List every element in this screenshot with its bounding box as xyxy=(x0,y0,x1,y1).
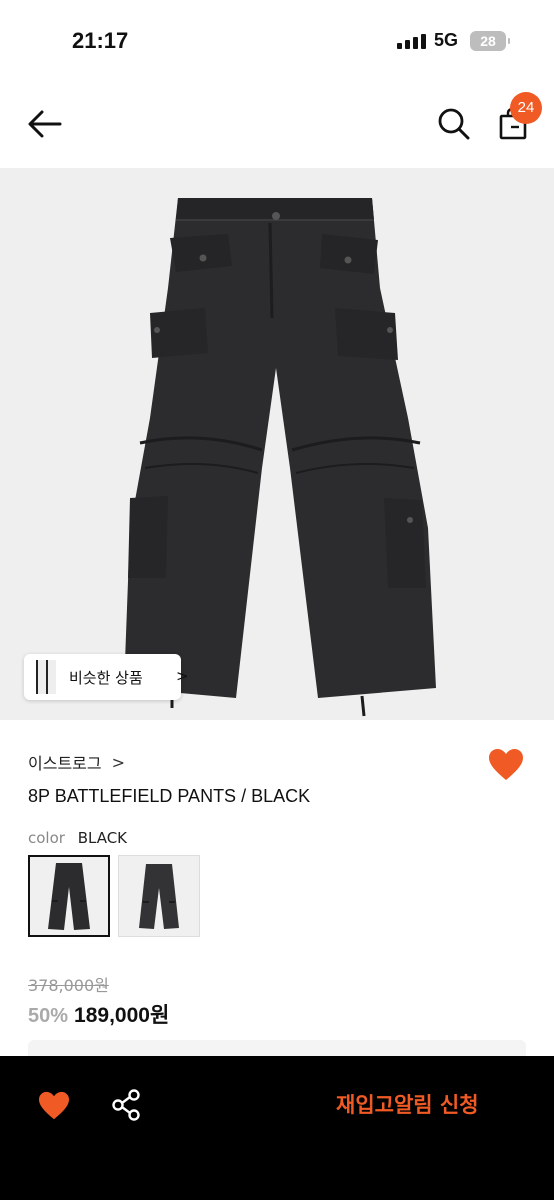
like-button-bottom[interactable] xyxy=(38,1091,70,1121)
swatch-pants-image xyxy=(139,864,179,929)
similar-thumbnail xyxy=(46,660,56,694)
signal-icon xyxy=(397,33,427,49)
discount-rate: 50% xyxy=(28,1005,69,1027)
search-button[interactable] xyxy=(436,106,472,142)
original-price: 378,000원 xyxy=(28,976,109,995)
status-bar: 21:17 5G 28 xyxy=(0,0,554,80)
share-icon xyxy=(112,1089,140,1121)
heart-icon xyxy=(489,749,523,780)
similar-products-label: 비슷한 상품 xyxy=(69,669,143,687)
search-icon xyxy=(438,108,470,140)
swatch-pants-image xyxy=(48,863,90,930)
chevron-right-icon: > xyxy=(111,752,126,772)
chevron-right-icon: > xyxy=(176,667,189,685)
like-button[interactable] xyxy=(488,748,524,782)
share-button[interactable] xyxy=(110,1088,142,1122)
sale-price: 189,000원 xyxy=(74,1004,170,1027)
battery-icon: 28 xyxy=(470,31,510,51)
similar-thumbnail xyxy=(36,660,46,694)
product-title: 8P BATTLEFIELD PANTS / BLACK xyxy=(28,786,311,806)
color-value: BLACK xyxy=(77,829,128,847)
color-swatch[interactable] xyxy=(118,855,200,937)
brand-link[interactable]: 이스트로그 > xyxy=(28,750,125,774)
color-label: color xyxy=(28,829,65,847)
network-type: 5G xyxy=(434,30,459,50)
status-time: 21:17 xyxy=(72,28,129,53)
similar-products-button[interactable]: 비슷한 상품 > xyxy=(24,654,189,700)
product-image[interactable]: 비슷한 상품 > xyxy=(0,168,554,720)
color-swatch-selected[interactable] xyxy=(28,855,110,937)
cart-count-badge: 24 xyxy=(510,92,542,124)
color-row: color BLACK xyxy=(28,829,127,847)
app-header: 24 xyxy=(0,80,554,168)
arrow-left-icon xyxy=(28,110,62,138)
bottom-action-bar: 재입고알림 신청 xyxy=(0,1056,554,1200)
heart-icon xyxy=(39,1091,69,1120)
restock-alert-button[interactable]: 재입고알림 신청 xyxy=(336,1089,479,1119)
back-button[interactable] xyxy=(26,108,64,140)
brand-name: 이스트로그 xyxy=(28,754,102,773)
cargo-pants-image xyxy=(124,198,436,717)
price-row: 50% 189,000원 xyxy=(28,999,169,1029)
